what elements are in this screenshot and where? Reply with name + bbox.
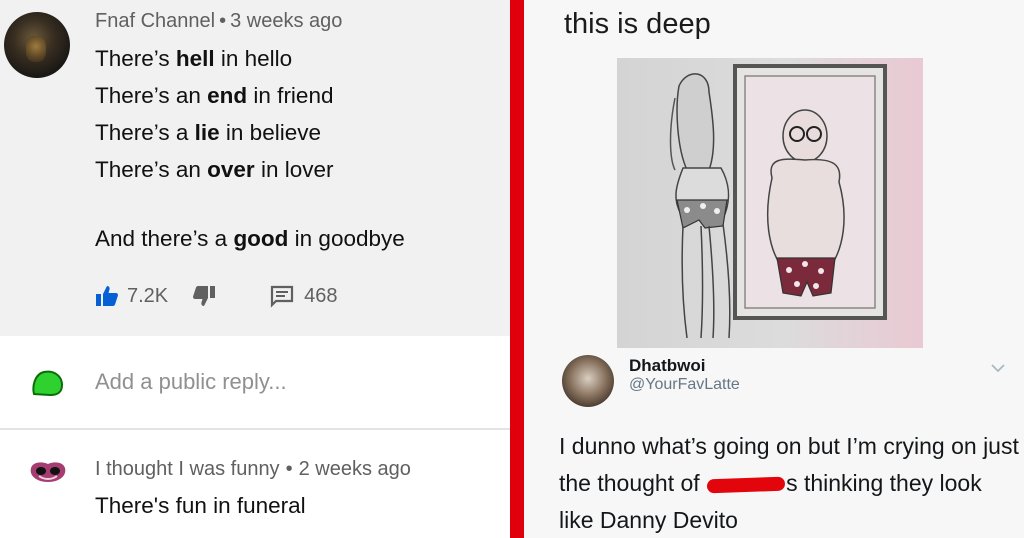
thumbs-up-icon[interactable] [95,284,119,308]
meta-separator: • [285,458,293,480]
line-text: in hello [214,46,293,71]
mirror-drawing-image [617,58,923,348]
comment-actions: 7.2K 468 [95,281,338,311]
top-comment: Fnaf Channel • 3 weeks ago There’s hell in… [0,0,510,336]
tweet-author-name[interactable]: Dhatbwoi [629,356,706,376]
comment-meta: I thought I was funny • 2 weeks ago [95,458,411,481]
reply-icon[interactable] [270,284,294,308]
line-bold: over [207,157,255,182]
youtube-comments-panel: Fnaf Channel • 3 weeks ago There’s hell in… [0,0,510,538]
comment-line: There’s hell in hello [95,44,333,81]
chevron-down-icon[interactable] [990,362,1006,374]
avatar[interactable] [27,452,69,494]
reply-box[interactable]: Add a public reply... [0,336,510,430]
line-bold: end [207,83,248,108]
comment-text: There's fun in funeral [95,493,306,518]
line-text: in lover [254,157,334,182]
tweet-panel: this is deep Dhatbwoi @YourFavLatte I du… [524,0,1024,538]
line-text: in friend [247,83,334,108]
line-bold: good [233,226,289,251]
meme-caption: this is deep [564,8,711,40]
line-bold: lie [194,120,220,145]
like-count: 7.2K [127,284,169,307]
comment-line: There’s an over in lover [95,155,333,192]
avatar[interactable] [562,355,614,407]
red-divider [510,0,524,538]
comment-text: There’s hell in hello There’s an end in … [95,44,333,192]
line-text: in believe [219,120,321,145]
line-text: in goodbye [288,226,405,251]
reply-count[interactable]: 468 [304,285,337,308]
line-text: There’s [95,46,176,71]
comment-line: There’s a lie in believe [95,118,333,155]
line-text: There’s an [95,83,208,108]
comment-meta: Fnaf Channel • 3 weeks ago [95,10,342,33]
tweet-author-handle[interactable]: @YourFavLatte [629,376,740,394]
avatar[interactable] [4,12,70,78]
tweet-text: I dunno what’s going on but I’m crying o… [559,428,1019,538]
meta-separator: • [219,10,227,32]
thumbs-down-icon[interactable] [192,284,216,308]
comment-author[interactable]: I thought I was funny [95,458,280,480]
comment-line: There’s an end in friend [95,81,333,118]
comment-final-line: And there’s a good in goodbye [95,226,405,252]
line-text: And there’s a [95,226,234,251]
redaction-scribble [706,476,786,494]
user-avatar [32,370,64,397]
line-text: There’s an [95,157,208,182]
comment-time[interactable]: 3 weeks ago [230,10,342,32]
comment-time[interactable]: 2 weeks ago [299,458,411,480]
line-bold: hell [175,46,215,71]
reply-input[interactable]: Add a public reply... [95,369,287,395]
second-comment: I thought I was funny • 2 weeks ago There'… [0,432,510,538]
line-text: There’s a [95,120,195,145]
comment-author[interactable]: Fnaf Channel [95,10,215,32]
